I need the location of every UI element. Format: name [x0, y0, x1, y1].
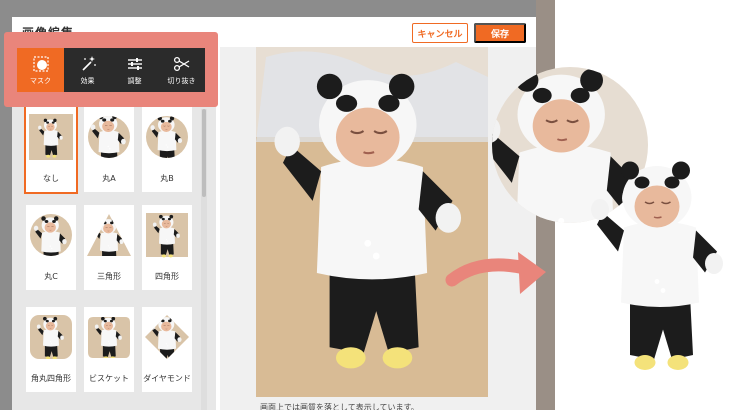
mask-item-biscuit[interactable]: ビスケット [84, 307, 134, 392]
cancel-button[interactable]: キャンセル [412, 23, 468, 43]
mask-thumb-diamond [145, 315, 189, 359]
tool-label: マスク [30, 76, 51, 85]
mask-icon [32, 55, 49, 72]
mask-label: 丸C [44, 272, 58, 281]
mask-thumb-triangle [87, 214, 131, 256]
mask-label: なし [43, 174, 59, 183]
mask-thumb-square [146, 213, 188, 258]
mask-thumb-rounded-square [30, 315, 72, 359]
magic-wand-icon [81, 55, 96, 71]
mask-item-none[interactable]: なし [24, 105, 78, 194]
tool-crop[interactable]: 切り抜き [158, 48, 205, 92]
mask-item-triangle[interactable]: 三角形 [84, 205, 134, 290]
mask-label: 丸B [160, 174, 174, 183]
mask-thumb-circle-b [146, 116, 188, 158]
mask-label: 三角形 [97, 272, 121, 281]
tool-effect[interactable]: 効果 [64, 48, 111, 92]
mask-item-diamond[interactable]: ダイヤモンド [142, 307, 192, 392]
tool-label: 切り抜き [167, 76, 196, 85]
tool-label: 効果 [80, 76, 95, 85]
mask-thumb-circle-c [30, 214, 72, 256]
mask-thumb-circle-a [88, 116, 130, 158]
mask-item-circle-a[interactable]: 丸A [84, 107, 134, 192]
sliders-icon [127, 57, 142, 70]
tool-label: 調整 [127, 76, 142, 85]
mask-item-circle-b[interactable]: 丸B [142, 107, 192, 192]
mask-label: ダイヤモンド [143, 374, 191, 383]
tool-mask[interactable]: マスク [17, 48, 64, 92]
mask-list-scroll-thumb[interactable] [202, 109, 206, 197]
edit-photo [256, 47, 488, 397]
mask-item-rounded-square[interactable]: 角丸四角形 [26, 307, 76, 392]
mask-label: 四角形 [155, 272, 179, 281]
mask-thumb-none [29, 114, 73, 160]
save-button[interactable]: 保存 [474, 23, 526, 43]
quality-footnote: 画面上では画質を落として表示しています。 [260, 403, 419, 410]
edit-toolbar: マスク 効果 調整 切り抜き [17, 48, 205, 92]
arrow-right-icon [445, 252, 546, 294]
cutout-result [590, 160, 724, 371]
mask-label: 丸A [102, 174, 116, 183]
mask-thumb-biscuit [88, 317, 130, 358]
mask-item-circle-c[interactable]: 丸C [26, 205, 76, 290]
scissors-icon [173, 56, 189, 71]
mask-label: ビスケット [89, 374, 129, 383]
mask-item-square[interactable]: 四角形 [142, 205, 192, 290]
mask-label: 角丸四角形 [31, 374, 71, 383]
tool-adjust[interactable]: 調整 [111, 48, 158, 92]
